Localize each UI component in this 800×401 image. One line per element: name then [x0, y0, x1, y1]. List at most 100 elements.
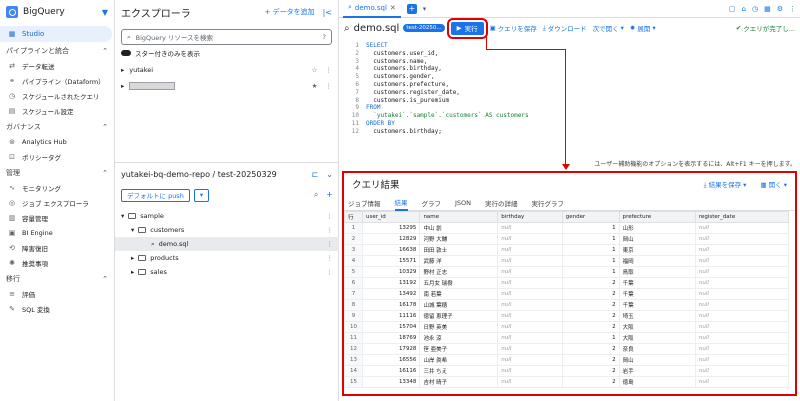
nav-studio[interactable]: ▦ Studio — [0, 26, 112, 42]
column-header[interactable]: name — [419, 211, 499, 223]
push-menu-button[interactable]: ▾ — [193, 188, 210, 202]
project-row-masked[interactable]: ▸ ★ ⋮ — [115, 78, 338, 94]
more-vert-icon[interactable]: ⋮ — [327, 212, 334, 220]
more-vert-icon[interactable]: ⋮ — [326, 82, 333, 90]
nav-data-transfer[interactable]: ⇄ データ転送 — [0, 58, 114, 73]
expand-icon[interactable]: ▸ — [131, 254, 134, 262]
chevron-down-icon[interactable]: ⌄ — [326, 170, 333, 179]
results-tab-5[interactable]: 実行グラフ — [532, 198, 565, 208]
star-outline-icon[interactable]: ☆ — [312, 66, 318, 74]
table-row[interactable]: 9 11116 徳留 恵理子 null 2 埼玉 null — [344, 310, 790, 322]
open-results-button[interactable]: ▦ 開く ▾ — [760, 179, 787, 190]
column-header[interactable]: 行 — [344, 211, 363, 223]
expand-icon[interactable]: ▸ — [131, 268, 134, 276]
nav-schedule-settings[interactable]: ▤ スケジュール設定 — [0, 103, 114, 118]
home-icon[interactable]: ⌂ — [742, 5, 746, 13]
code-icon[interactable]: ⊏ — [312, 170, 319, 179]
results-tab-3[interactable]: JSON — [455, 199, 471, 207]
resource-search-input[interactable]: ⌕ BigQuery リソースを検索 ? — [121, 29, 332, 45]
table-row[interactable]: 11 18769 池永 涼 null 1 大阪 null — [344, 332, 790, 344]
nav-disaster-recovery[interactable]: ⟲ 障害復旧 — [0, 240, 114, 255]
table-row[interactable]: 13 16556 山岸 眞希 null 2 岡山 null — [344, 354, 790, 366]
results-tab-1[interactable]: 結果 — [394, 195, 408, 211]
table-row[interactable]: 3 16638 田田 敦士 null 1 東京 null — [344, 244, 790, 256]
open-next-button[interactable]: 次で開く ▾ — [593, 23, 624, 33]
table-row[interactable]: 5 10329 野村 正志 null 1 鳥取 null — [344, 266, 790, 278]
folder-products[interactable]: ▸ products ⋮ — [115, 251, 339, 265]
file-demo-sql[interactable]: ⌕ demo.sql ⋮ — [115, 237, 339, 251]
table-row[interactable]: 1 13295 中山 創 null 1 山形 null — [344, 222, 790, 234]
expand-icon[interactable]: ▸ — [121, 82, 124, 90]
more-vert-icon[interactable]: ⋮ — [327, 254, 334, 262]
nav-recommendations[interactable]: ✺ 推奨事項 — [0, 255, 114, 270]
table-row[interactable]: 6 13192 五月女 瑞樹 null 2 千葉 null — [344, 277, 790, 289]
sql-editor[interactable]: 1 SELECT 2 customers.user_id, 3 customers.n… — [339, 38, 800, 158]
nav-scheduled-queries[interactable]: ◷ スケジュールされたクエリ — [0, 88, 114, 103]
download-button[interactable]: ⤓ ダウンロード — [543, 23, 587, 34]
more-vert-icon[interactable]: ⋮ — [789, 5, 796, 13]
nav-monitoring[interactable]: ∿ モニタリング — [0, 180, 114, 195]
run-button[interactable]: ▶ 実行 — [446, 17, 488, 39]
table-row[interactable]: 14 16116 三井 ちえ null 2 岩手 null — [344, 365, 790, 377]
table-row[interactable]: 4 15571 武藤 洋 null 1 福岡 null — [344, 255, 790, 267]
add-data-button[interactable]: + データを追加 — [265, 7, 315, 17]
section-pipeline[interactable]: パイプラインと統合 ⌃ — [0, 44, 114, 58]
tune-icon[interactable]: ⚙ — [777, 5, 783, 13]
nav-analytics-hub[interactable]: ⊛ Analytics Hub — [0, 134, 114, 149]
more-vert-icon[interactable]: ⋮ — [326, 66, 333, 74]
table-row[interactable]: 7 13492 南 若葉 null 2 千葉 null — [344, 288, 790, 300]
folder-customers[interactable]: ▾ customers ⋮ — [115, 223, 339, 237]
chevron-down-icon[interactable]: ▾ — [121, 212, 124, 220]
section-governance[interactable]: ガバナンス ⌃ — [0, 120, 114, 134]
nav-capacity[interactable]: ▥ 容量管理 — [0, 210, 114, 225]
layout-icon[interactable]: ▢ — [729, 5, 736, 13]
add-icon[interactable]: + — [326, 190, 333, 200]
new-tab-icon[interactable]: + — [406, 3, 417, 14]
nav-policy-tags[interactable]: ⊡ ポリシータグ — [0, 149, 114, 164]
nav-dataform[interactable]: ⚭ パイプライン（Dataform） — [0, 73, 114, 88]
nav-assessment[interactable]: ≡ 評価 — [0, 286, 114, 301]
help-icon[interactable]: ? — [323, 33, 326, 41]
collapse-panel-icon[interactable]: |< — [323, 8, 332, 17]
table-row[interactable]: 2 12829 河野 大輔 null 1 岡山 null — [344, 233, 790, 245]
section-migration[interactable]: 移行 ⌃ — [0, 272, 114, 286]
results-tab-4[interactable]: 実行の詳細 — [485, 198, 518, 208]
table-row[interactable]: 8 16178 山城 葉穂 null 2 千葉 null — [344, 299, 790, 311]
expand-icon[interactable]: ▸ — [121, 66, 124, 74]
nav-job-explorer[interactable]: ◎ ジョブ エクスプローラ — [0, 195, 114, 210]
more-vert-icon[interactable]: ⋮ — [327, 226, 334, 234]
results-tab-2[interactable]: グラフ — [422, 198, 442, 208]
results-tab-0[interactable]: ジョブ情報 — [348, 198, 381, 208]
pin-icon[interactable]: ▼ — [102, 8, 108, 17]
tab-demo-sql[interactable]: ⌕ demo.sql ✕ — [343, 0, 401, 18]
table-row[interactable]: 10 15704 日野 英美 null 2 大阪 null — [344, 321, 790, 333]
deploy-button[interactable]: ✹ 展開 ▾ — [630, 23, 656, 33]
section-admin[interactable]: 管理 ⌃ — [0, 166, 114, 180]
project-row[interactable]: ▸ yutakei ☆ ⋮ — [115, 62, 338, 78]
chevron-down-icon[interactable]: ▾ — [131, 226, 134, 234]
starred-only-toggle[interactable]: スター付きのみを表示 — [115, 48, 338, 58]
branch-chip[interactable]: test-20250... — [403, 24, 445, 32]
clock-icon[interactable]: ◷ — [752, 5, 758, 13]
more-vert-icon[interactable]: ⋮ — [327, 240, 334, 248]
folder-sales[interactable]: ▸ sales ⋮ — [115, 265, 339, 279]
table-row[interactable]: 12 17928 笹 亜美子 null 2 奈良 null — [344, 343, 790, 355]
column-header[interactable]: birthday — [497, 211, 563, 223]
save-results-button[interactable]: ⤓ 結果を保存 ▾ — [704, 179, 747, 190]
chevron-down-icon[interactable]: ▾ — [423, 5, 427, 13]
column-header[interactable]: prefecture — [618, 211, 696, 223]
folder-sample[interactable]: ▾ sample ⋮ — [115, 209, 339, 223]
grid-icon[interactable]: ▦ — [764, 5, 771, 13]
column-header[interactable]: register_date — [694, 211, 790, 223]
column-header[interactable]: gender — [561, 211, 620, 223]
close-icon[interactable]: ✕ — [390, 4, 396, 12]
search-icon[interactable]: ⌕ — [314, 190, 318, 200]
star-filled-icon[interactable]: ★ — [312, 82, 318, 90]
push-default-button[interactable]: デフォルトに push — [121, 188, 190, 202]
more-vert-icon[interactable]: ⋮ — [327, 268, 334, 276]
save-query-button[interactable]: ▣ クエリを保存 — [490, 23, 537, 33]
table-row[interactable]: 15 13348 吉村 晴子 null 2 徳島 null — [344, 376, 790, 388]
column-header[interactable]: user_id — [361, 211, 421, 223]
nav-bi-engine[interactable]: ▣ BI Engine — [0, 225, 114, 240]
nav-sql-translation[interactable]: ✎ SQL 変換 — [0, 301, 114, 316]
